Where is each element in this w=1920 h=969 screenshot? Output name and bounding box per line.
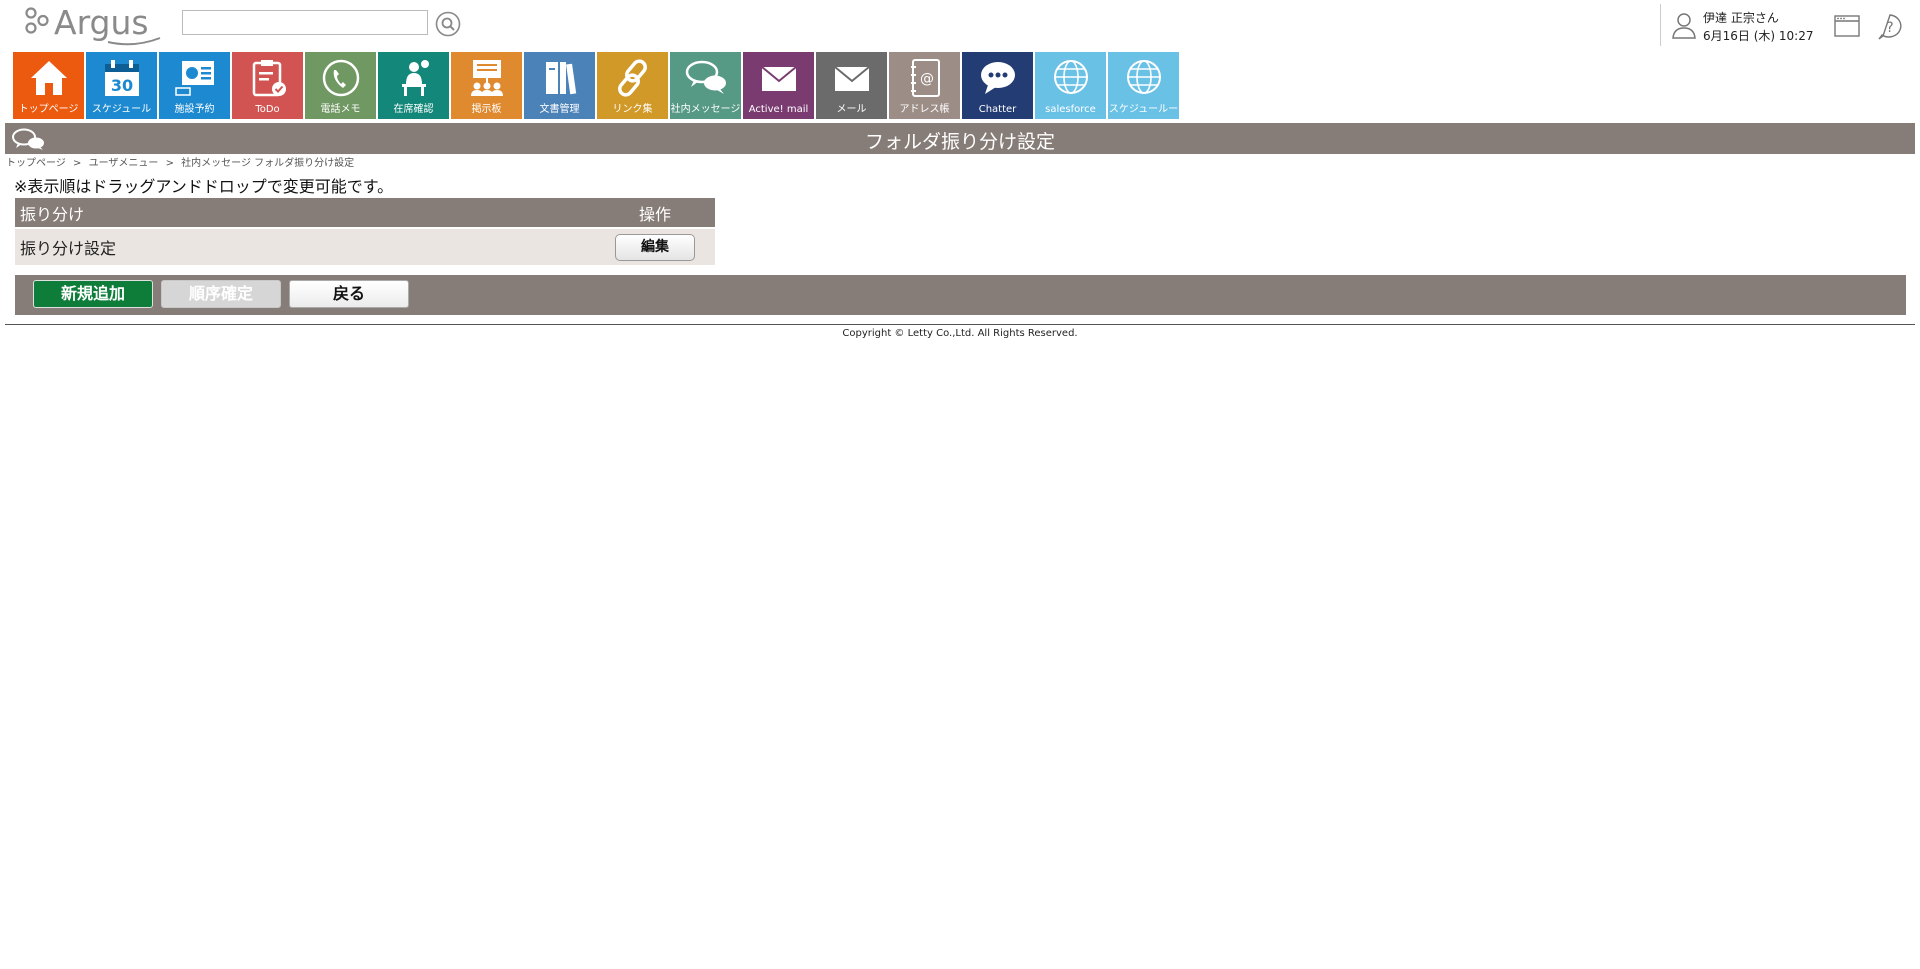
- user-icon[interactable]: [1671, 11, 1697, 39]
- drag-drop-note: ※表示順はドラッグアンドドロップで変更可能です。: [14, 177, 394, 196]
- tile-label: Active! mail: [748, 104, 809, 115]
- help-icon[interactable]: ?: [1876, 13, 1904, 41]
- tile-salesforce[interactable]: salesforce: [1035, 52, 1106, 119]
- search-button[interactable]: [435, 11, 461, 37]
- facility-icon: [174, 61, 214, 96]
- svg-text:30: 30: [110, 76, 132, 95]
- phone-icon: [322, 59, 359, 97]
- tile-label: トップページ: [18, 104, 79, 115]
- envelope-icon: [833, 66, 870, 91]
- tile-label: 文書管理: [539, 104, 580, 115]
- edit-button[interactable]: 編集: [615, 233, 695, 261]
- folder-rule-table: 振り分け 操作 振り分け設定 編集: [15, 198, 715, 265]
- chatter-icon: [980, 62, 1015, 94]
- tile-presence[interactable]: 在席確認: [378, 52, 449, 119]
- tile-label: ToDo: [255, 104, 280, 115]
- tile-internal-message[interactable]: 社内メッセージ: [670, 52, 741, 119]
- chat-bubbles-icon: [685, 60, 726, 94]
- tile-documents[interactable]: 文書管理: [524, 52, 595, 119]
- tile-label: アドレス帳: [899, 104, 950, 115]
- tile-mail[interactable]: メール: [816, 52, 887, 119]
- breadcrumb: トップページ > ユーザメニュー > 社内メッセージ フォルダ振り分け設定: [6, 154, 354, 169]
- tile-schedule-link[interactable]: スケジュールー: [1108, 52, 1179, 119]
- tile-label: スケジュール: [91, 104, 152, 115]
- tile-label: リンク集: [612, 104, 653, 115]
- tile-links[interactable]: リンク集: [597, 52, 668, 119]
- window-icon[interactable]: [1834, 15, 1860, 37]
- page-title-bar: フォルダ振り分け設定: [5, 123, 1915, 154]
- tile-facility[interactable]: 施設予約: [159, 52, 230, 119]
- breadcrumb-separator: >: [73, 158, 82, 169]
- breadcrumb-current: 社内メッセージ フォルダ振り分け設定: [181, 158, 355, 169]
- home-icon: [30, 61, 67, 95]
- clipboard-check-icon: [252, 60, 286, 97]
- tile-label: 掲示板: [471, 104, 502, 115]
- search-input[interactable]: [182, 10, 428, 35]
- tile-label: 電話メモ: [320, 104, 361, 115]
- breadcrumb-user-menu[interactable]: ユーザメニュー: [89, 158, 159, 169]
- add-new-button[interactable]: 新規追加: [33, 280, 153, 308]
- column-header-rule: 振り分け: [15, 198, 595, 228]
- address-book-icon: @: [910, 59, 940, 97]
- operations-cell: 編集: [595, 227, 715, 265]
- presence-icon: [401, 60, 429, 96]
- table-row[interactable]: 振り分け設定 編集: [15, 227, 715, 265]
- globe-icon: [1126, 60, 1161, 94]
- logo-text: Argus: [54, 3, 149, 42]
- link-icon: [617, 59, 647, 97]
- footer-divider: [5, 324, 1915, 325]
- search-icon: [435, 11, 461, 37]
- app-tiles: トップページ 30 スケジュール 施設予約 ToDo 電話メモ 在席確認 掲示板…: [13, 52, 1181, 119]
- header-divider: [1660, 4, 1661, 46]
- rule-name-cell: 振り分け設定: [15, 227, 595, 265]
- board-icon: [470, 60, 503, 96]
- tile-label: メール: [836, 104, 867, 115]
- tile-label: 社内メッセージ: [670, 104, 741, 115]
- globe-icon: [1053, 60, 1088, 94]
- tile-label: 施設予約: [174, 104, 215, 115]
- tile-chatter[interactable]: Chatter: [962, 52, 1033, 119]
- tile-schedule[interactable]: 30 スケジュール: [86, 52, 157, 119]
- page-title: フォルダ振り分け設定: [864, 131, 1055, 153]
- user-name[interactable]: 伊達 正宗さん: [1703, 9, 1779, 26]
- tile-top-page[interactable]: トップページ: [13, 52, 84, 119]
- envelope-icon: [760, 66, 797, 91]
- confirm-order-button[interactable]: 順序確定: [161, 280, 281, 308]
- tile-board[interactable]: 掲示板: [451, 52, 522, 119]
- argus-logo[interactable]: Argus: [24, 2, 170, 48]
- back-button[interactable]: 戻る: [289, 280, 409, 308]
- tile-address-book[interactable]: @ アドレス帳: [889, 52, 960, 119]
- svg-text:?: ?: [1886, 20, 1893, 36]
- breadcrumb-top-page[interactable]: トップページ: [6, 158, 66, 169]
- tile-label: スケジュールー: [1108, 104, 1179, 115]
- current-datetime: 6月16日 (木) 10:27: [1703, 29, 1814, 43]
- documents-icon: [545, 62, 576, 95]
- tile-todo[interactable]: ToDo: [232, 52, 303, 119]
- tile-label: 在席確認: [393, 104, 434, 115]
- breadcrumb-separator: >: [165, 158, 174, 169]
- tile-phone-memo[interactable]: 電話メモ: [305, 52, 376, 119]
- action-bar: 新規追加 順序確定 戻る: [15, 275, 1906, 315]
- column-header-operations: 操作: [595, 198, 715, 228]
- tile-active-mail[interactable]: Active! mail: [743, 52, 814, 119]
- calendar-icon: 30: [104, 60, 139, 96]
- tile-label: Chatter: [978, 104, 1017, 115]
- table-header-row: 振り分け 操作: [15, 198, 715, 228]
- svg-text:@: @: [920, 71, 934, 87]
- copyright: Copyright © Letty Co.,Ltd. All Rights Re…: [842, 328, 1078, 339]
- tile-label: salesforce: [1045, 104, 1096, 115]
